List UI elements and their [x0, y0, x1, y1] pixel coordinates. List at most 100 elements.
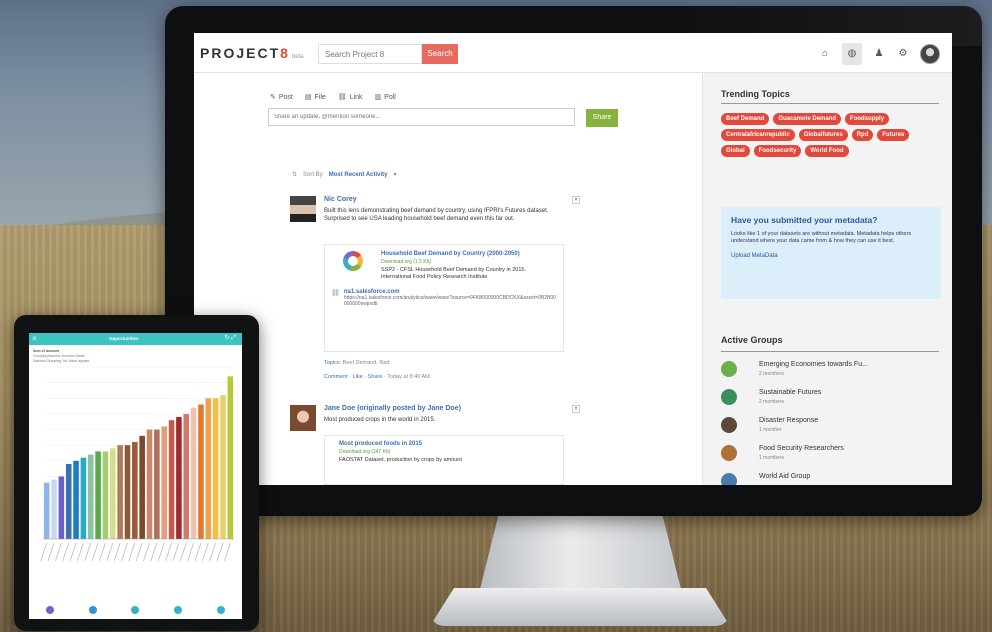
like-button[interactable]: Like [353, 374, 363, 380]
chart-bar[interactable] [117, 445, 123, 539]
chart-bar[interactable] [43, 482, 50, 539]
nav-dot-icon[interactable] [88, 606, 97, 614]
topic-tag[interactable]: Globalfutures [798, 129, 848, 141]
chart-bar[interactable] [168, 420, 175, 539]
search-input[interactable] [318, 44, 422, 64]
chart-bar[interactable] [102, 451, 109, 539]
post-author[interactable]: Jane Doe (originally posted by Jane Doe) [324, 405, 461, 412]
topic-tag[interactable]: Guacamole Demand [773, 113, 842, 125]
tab-poll[interactable]: ▥ Poll [374, 93, 396, 102]
x-tick-label [54, 542, 62, 562]
chart-bar[interactable] [132, 442, 138, 539]
chart-bar[interactable] [95, 451, 101, 539]
gear-icon[interactable]: ⚙ [896, 47, 910, 61]
feed-post: Jane Doe (originally posted by Jane Doe)… [290, 405, 580, 485]
chart-bar[interactable] [65, 463, 72, 539]
group-item[interactable]: World Aid Group [721, 471, 941, 485]
avatar[interactable] [290, 405, 316, 431]
monitor-stand-base [430, 588, 730, 626]
x-tick-label [47, 542, 55, 562]
feed-post: Nic Corey ▾ Built this lens demonstratin… [290, 196, 580, 396]
divider [721, 351, 939, 352]
nav-dot-icon[interactable] [131, 606, 140, 614]
globe-icon[interactable]: ◍ [842, 43, 862, 65]
chart-bar[interactable] [51, 479, 57, 539]
sort-dropdown[interactable]: Most Recent Activity [329, 172, 388, 178]
chart-bar[interactable] [220, 395, 226, 539]
x-tick-label [209, 542, 217, 562]
card-title[interactable]: Most produced foods in 2015 [339, 441, 557, 447]
sort-bar: ⇅ Sort By Most Recent Activity ▾ [292, 171, 397, 179]
topic-tag[interactable]: Foodsecurity [753, 145, 802, 157]
comment-button[interactable]: Comment [324, 374, 348, 380]
topic-tag[interactable]: Centralafricanrepublic [721, 129, 795, 141]
post-menu-icon[interactable]: ▾ [572, 405, 580, 413]
attachment-card[interactable]: Household Beef Demand by Country (2000-2… [324, 244, 564, 352]
topic-tag[interactable]: Global [721, 145, 750, 157]
chart-bar[interactable] [87, 454, 94, 539]
chart-bar[interactable] [227, 376, 234, 539]
topic-tag[interactable]: Beef Demand [721, 113, 770, 125]
topic-tag[interactable]: World Food [805, 145, 849, 157]
card-source[interactable]: Download.org (147 Kb) [339, 449, 557, 455]
composer-input[interactable] [268, 108, 575, 126]
topic-tag[interactable]: Foodsupply [845, 113, 890, 125]
card-source[interactable]: Download.org (1.5 Kb) [381, 259, 557, 265]
chart-bar[interactable] [190, 407, 197, 539]
chart-bar[interactable] [161, 426, 168, 539]
topic-tag[interactable]: Futures [877, 129, 910, 141]
avatar[interactable] [290, 196, 316, 222]
link-url[interactable]: https://na1.salesforce.com/analytics/wav… [344, 295, 557, 307]
chart-bar[interactable] [183, 413, 190, 539]
chart-bar[interactable] [124, 445, 131, 539]
chart-bar[interactable] [198, 404, 204, 539]
trending-tags: Beef Demand Guacamole Demand Foodsupply … [721, 113, 941, 157]
link-icon: ⛓ [331, 290, 340, 297]
group-item[interactable]: Emerging Economies towards Fu... 2 membe… [721, 359, 941, 385]
chart-bar[interactable] [212, 398, 219, 539]
x-tick-label [99, 542, 106, 562]
attachment-card[interactable]: Most produced foods in 2015 Download.org… [324, 435, 564, 485]
chart-bar[interactable] [80, 457, 87, 539]
post-author[interactable]: Nic Corey [324, 196, 357, 203]
tab-link[interactable]: ⛓ Link [338, 93, 363, 102]
chart-bar[interactable] [205, 398, 212, 539]
chart-bar[interactable] [154, 429, 160, 539]
chart-bar[interactable] [146, 429, 153, 539]
chart-bar[interactable] [58, 476, 65, 539]
group-item[interactable]: Disaster Response 1 member [721, 415, 941, 441]
nav-dot-icon[interactable] [216, 606, 225, 614]
chart-bar[interactable] [73, 460, 79, 539]
card-title[interactable]: Household Beef Demand by Country (2000-2… [381, 251, 557, 257]
post-text: Most produced crops in the world in 2015… [324, 417, 436, 423]
chart-bar[interactable] [109, 448, 116, 539]
nav-dot-icon[interactable] [46, 606, 55, 614]
group-item[interactable]: Sustainable Futures 2 members [721, 387, 941, 413]
post-menu-icon[interactable]: ▾ [572, 196, 580, 204]
file-icon: ▤ [304, 94, 312, 101]
upload-metadata-link[interactable]: Upload MetaData [731, 253, 931, 259]
chevron-down-icon[interactable]: ▾ [394, 171, 397, 178]
tab-post[interactable]: ✎ Post [270, 93, 293, 102]
user-icon[interactable]: ♟ [872, 47, 886, 61]
app-logo[interactable]: PROJECT8 beta [200, 45, 304, 61]
x-tick-label [91, 542, 99, 562]
share-post-button[interactable]: Share [368, 374, 383, 380]
share-button[interactable]: Share [586, 109, 618, 127]
metadata-prompt: Have you submitted your metadata? Looks … [721, 207, 941, 299]
metadata-text: Looks like 1 of your datasets are withou… [731, 231, 912, 244]
group-icon [721, 361, 737, 377]
home-icon[interactable]: ⌂ [818, 47, 832, 61]
chart-bar[interactable] [139, 435, 145, 539]
chart-bar[interactable] [176, 417, 182, 539]
search-button[interactable]: Search [422, 44, 458, 64]
poll-icon: ▥ [374, 94, 382, 101]
topic-tag[interactable]: Rpd [851, 129, 874, 141]
tab-file[interactable]: ▤ File [304, 93, 326, 102]
x-tick-label [150, 542, 158, 562]
nav-dot-icon[interactable] [174, 606, 183, 614]
close-icon[interactable]: × [32, 334, 37, 344]
avatar[interactable] [920, 44, 940, 64]
refresh-icon[interactable]: ↻ ⤢ [225, 334, 237, 342]
group-item[interactable]: Food Security Researchers 1 members [721, 443, 941, 469]
